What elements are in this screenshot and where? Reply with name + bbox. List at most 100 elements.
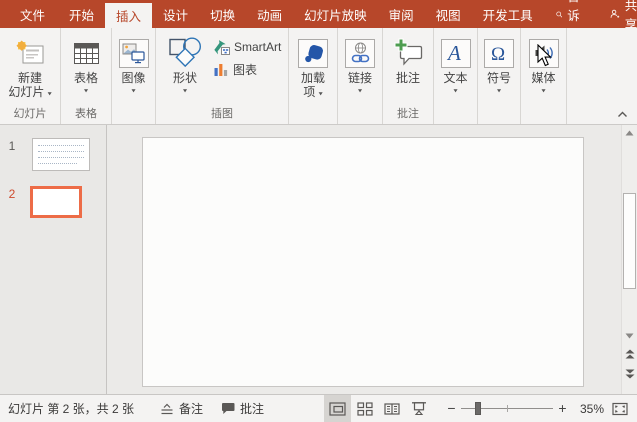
group-label-tables: 表格 xyxy=(75,108,97,120)
slide-editor-area xyxy=(107,125,621,394)
fit-to-window-icon xyxy=(612,402,628,415)
dropdown-caret-icon: ▾ xyxy=(496,87,501,95)
new-slide-label-2: 幻灯片 xyxy=(8,85,45,99)
share-person-icon xyxy=(610,9,620,18)
next-slide-button[interactable] xyxy=(623,367,637,380)
vertical-scrollbar xyxy=(621,125,637,394)
fit-slide-to-window-button[interactable] xyxy=(609,395,631,422)
new-comment-label: 批注 xyxy=(395,71,420,85)
group-media: 媒体 ▾ xyxy=(521,28,567,124)
zoom-slider-center-tick xyxy=(507,405,508,412)
triangle-up-icon xyxy=(625,130,634,135)
double-chevron-down-icon xyxy=(625,369,634,379)
dropdown-caret-icon: ▾ xyxy=(453,87,458,95)
slide-number: 1 xyxy=(8,139,16,153)
svg-text:A: A xyxy=(446,41,461,65)
tab-home[interactable]: 开始 xyxy=(58,0,105,28)
omega-symbol-icon: Ω xyxy=(491,44,505,65)
smartart-button[interactable]: SmartArt xyxy=(213,38,281,56)
new-slide-label-1: 新建 xyxy=(17,71,42,85)
group-tables: 表格 ▾ 表格 xyxy=(61,28,112,124)
placeholder-line xyxy=(38,157,84,158)
zoom-out-button[interactable]: − xyxy=(445,401,458,415)
new-comment-icon xyxy=(394,38,422,66)
text-button[interactable]: A 文本 ▾ xyxy=(440,35,471,107)
shapes-label: 形状 xyxy=(172,71,197,85)
collapse-ribbon-button[interactable] xyxy=(615,108,629,120)
chart-label: 图表 xyxy=(233,62,258,77)
tab-review[interactable]: 审阅 xyxy=(378,0,425,28)
placeholder-line xyxy=(38,163,77,164)
slide-thumbnail-item-2[interactable]: 2 xyxy=(0,186,106,218)
tab-developer[interactable]: 开发工具 xyxy=(472,0,544,28)
text-label: 文本 xyxy=(443,71,468,85)
group-label-symbols xyxy=(478,107,520,124)
scrollbar-track[interactable] xyxy=(622,139,637,329)
media-button[interactable]: 媒体 ▾ xyxy=(528,35,559,107)
previous-slide-button[interactable] xyxy=(623,348,637,361)
triangle-down-icon xyxy=(625,333,634,338)
slide-thumbnail-item-1[interactable]: 1 xyxy=(0,138,106,171)
dropdown-caret-icon: ▾ xyxy=(47,90,52,98)
reading-view-button[interactable] xyxy=(378,395,405,422)
normal-view-button[interactable] xyxy=(324,395,351,422)
slide-sorter-view-button[interactable] xyxy=(351,395,378,422)
symbols-label: 符号 xyxy=(486,71,511,85)
group-label-text xyxy=(434,107,477,124)
tab-file[interactable]: 文件 xyxy=(7,0,58,28)
dropdown-caret-icon: ▾ xyxy=(182,87,187,95)
text-icon: A xyxy=(446,41,461,65)
scrollbar-thumb[interactable] xyxy=(622,193,636,289)
table-label: 表格 xyxy=(73,71,98,85)
slide-1-thumbnail[interactable] xyxy=(32,138,90,171)
scroll-up-button[interactable] xyxy=(623,126,637,139)
tab-design[interactable]: 设计 xyxy=(152,0,199,28)
tab-insert[interactable]: 插入 xyxy=(105,3,153,28)
scroll-down-button[interactable] xyxy=(623,329,637,342)
slide-2-thumbnail-selected[interactable] xyxy=(30,186,82,218)
powerpoint-window: 文件 开始 插入 设计 切换 动画 幻灯片放映 审阅 视图 开发工具 告诉我 共… xyxy=(0,0,637,422)
dropdown-caret-icon: ▾ xyxy=(541,87,546,95)
notes-icon xyxy=(161,403,173,414)
normal-view-icon xyxy=(329,401,346,416)
notes-toggle-button[interactable]: 备注 xyxy=(160,400,203,417)
table-icon xyxy=(73,42,99,64)
group-label-addins xyxy=(289,107,337,124)
zoom-slider[interactable] xyxy=(461,401,553,416)
new-comment-button[interactable]: 批注 xyxy=(393,35,424,107)
tab-transitions[interactable]: 切换 xyxy=(199,0,246,28)
symbols-button[interactable]: Ω 符号 ▾ xyxy=(484,35,514,107)
links-label: 链接 xyxy=(347,71,372,85)
group-label-illustrations: 插图 xyxy=(211,108,233,120)
reading-view-icon xyxy=(383,402,400,415)
comments-toggle-button[interactable]: 批注 xyxy=(221,400,264,417)
shapes-button[interactable]: 形状 ▾ xyxy=(163,35,207,107)
tab-slideshow[interactable]: 幻灯片放映 xyxy=(293,0,378,28)
group-label-images xyxy=(112,107,155,124)
tab-view[interactable]: 视图 xyxy=(425,0,472,28)
new-slide-button[interactable]: 新建 幻灯片 ▾ xyxy=(8,35,52,107)
dropdown-caret-icon: ▾ xyxy=(318,90,323,98)
table-button[interactable]: 表格 ▾ xyxy=(73,35,100,107)
group-label-links xyxy=(338,107,382,124)
double-chevron-up-icon xyxy=(625,349,634,359)
slideshow-view-button[interactable] xyxy=(405,395,432,422)
tab-animations[interactable]: 动画 xyxy=(246,0,293,28)
group-text: A 文本 ▾ xyxy=(434,28,478,124)
comment-bubble-icon xyxy=(222,403,235,414)
group-addins: 加载 项 ▾ xyxy=(289,28,338,124)
add-ins-icon xyxy=(304,44,323,62)
group-label-media xyxy=(521,107,566,124)
zoom-slider-thumb[interactable] xyxy=(474,402,481,415)
svg-text:Ω: Ω xyxy=(491,44,505,65)
addins-label-2: 项 xyxy=(303,85,316,99)
zoom-percentage[interactable]: 35% xyxy=(571,402,604,416)
links-button[interactable]: 链接 ▾ xyxy=(345,35,375,107)
slideshow-icon xyxy=(411,402,426,416)
slide-canvas[interactable] xyxy=(142,137,584,387)
addins-button[interactable]: 加载 项 ▾ xyxy=(298,35,328,107)
zoom-in-button[interactable]: + xyxy=(556,401,569,415)
chart-button[interactable]: 图表 xyxy=(213,60,281,78)
images-button[interactable]: 图像 ▾ xyxy=(118,35,149,107)
group-images: 图像 ▾ xyxy=(112,28,156,124)
